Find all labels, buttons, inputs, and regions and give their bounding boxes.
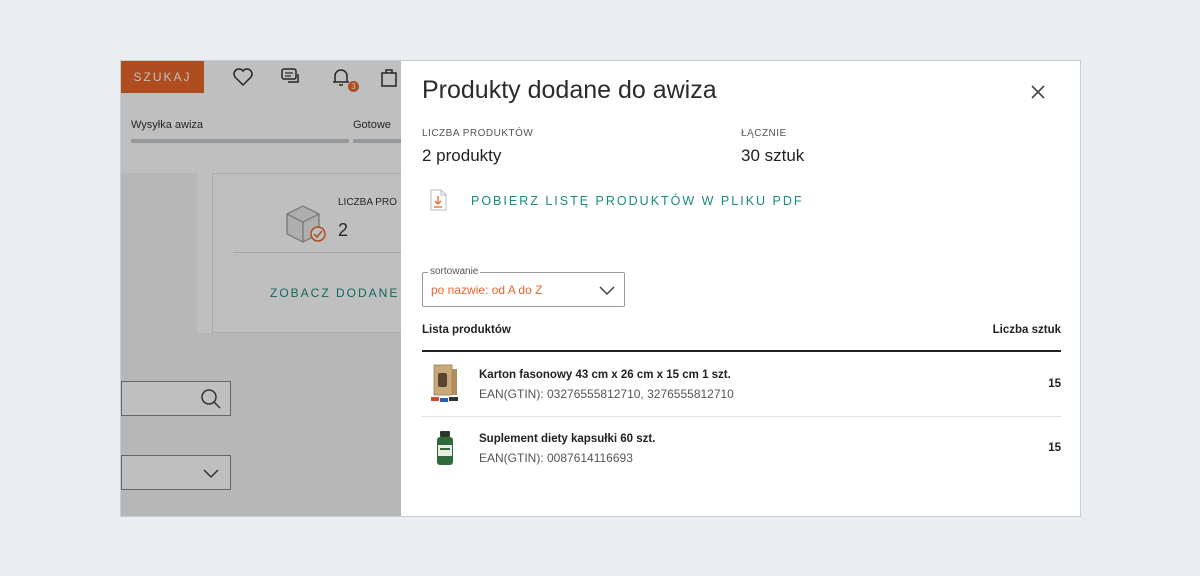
- sort-legend: sortowanie: [428, 266, 481, 277]
- sort-select[interactable]: sortowanie po nazwie: od A do Z: [422, 266, 625, 307]
- product-count-value: 2 produkty: [422, 146, 502, 165]
- list-header-divider: [422, 350, 1061, 352]
- product-quantity: 15: [1048, 442, 1061, 454]
- download-pdf-link[interactable]: POBIERZ LISTĘ PRODUKTÓW W PLIKU PDF: [471, 194, 804, 208]
- total-value: 30 sztuk: [741, 146, 805, 165]
- carton-product-image: [431, 364, 458, 402]
- supplement-product-image: [437, 431, 453, 465]
- column-quantity: Liczba sztuk: [992, 324, 1061, 336]
- table-row: Suplement diety kapsułki 60 szt. EAN(GTI…: [422, 417, 1061, 481]
- product-name: Karton fasonowy 43 cm x 26 cm x 15 cm 1 …: [479, 369, 731, 381]
- product-count-label: LICZBA PRODUKTÓW: [422, 128, 534, 139]
- pdf-download-icon[interactable]: [429, 189, 447, 211]
- screen-frame: SZUKAJ 3 Wysyłka awiza Gotowe LICZBA PRO…: [120, 60, 1081, 517]
- column-products: Lista produktów: [422, 324, 511, 336]
- product-quantity: 15: [1048, 378, 1061, 390]
- modal-title: Produkty dodane do awiza: [422, 76, 717, 104]
- table-row: Karton fasonowy 43 cm x 26 cm x 15 cm 1 …: [422, 353, 1061, 417]
- product-ean: EAN(GTIN): 0087614116693: [479, 451, 633, 465]
- sort-selected-value: po nazwie: od A do Z: [431, 283, 543, 297]
- chevron-down-icon: [599, 286, 615, 296]
- product-name: Suplement diety kapsułki 60 szt.: [479, 433, 656, 445]
- product-ean: EAN(GTIN): 03276555812710, 3276555812710: [479, 387, 734, 401]
- close-icon[interactable]: [1027, 81, 1049, 103]
- total-label: ŁĄCZNIE: [741, 128, 787, 139]
- product-list-header: Lista produktów Liczba sztuk: [422, 324, 1061, 336]
- modal-backdrop[interactable]: [121, 61, 401, 516]
- products-modal: Produkty dodane do awiza LICZBA PRODUKTÓ…: [401, 61, 1080, 516]
